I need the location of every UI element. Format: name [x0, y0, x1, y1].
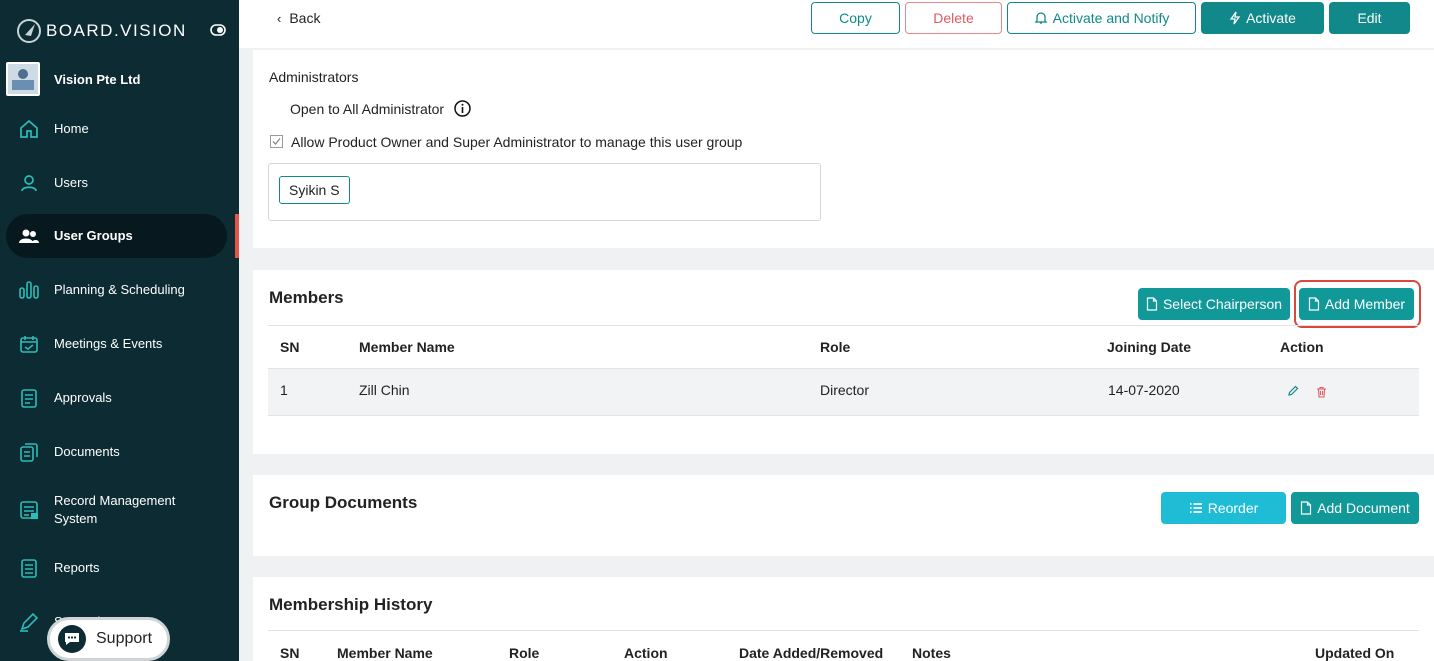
chat-icon [58, 625, 86, 653]
reorder-button[interactable]: Reorder [1161, 492, 1286, 524]
group-documents-title: Group Documents [269, 493, 418, 512]
members-col-joining-date: Joining Date [1107, 339, 1192, 355]
members-col-action: Action [1280, 339, 1324, 355]
sidebar-item-label: Home [54, 121, 89, 136]
open-to-all-label: Open to All Administrator [290, 101, 445, 117]
reports-icon [18, 557, 40, 579]
user-group-icon [18, 225, 40, 247]
allow-checkbox[interactable] [270, 135, 283, 148]
record-icon [18, 499, 40, 521]
calendar-icon [18, 333, 40, 355]
brand-name: BOARD.VISION [46, 21, 187, 40]
add-member-highlight [1294, 280, 1421, 328]
history-col-action: Action [624, 645, 668, 661]
org-avatar [6, 62, 40, 96]
administrator-chip[interactable]: Syikin S [279, 176, 350, 204]
sidebar-item-label: Record Management System [54, 493, 176, 526]
sidebar-item-label: Reports [54, 560, 100, 575]
org-switcher[interactable]: Vision Pte Ltd [6, 62, 140, 96]
sidebar-item-home[interactable]: Home [6, 107, 227, 151]
edit-icon[interactable] [1287, 385, 1299, 397]
members-col-sn: SN [280, 339, 300, 355]
support-button[interactable]: Support [47, 617, 170, 661]
member-sn: 1 [280, 382, 288, 398]
bell-icon [1034, 12, 1048, 24]
add-document-label: Add Document [1317, 500, 1410, 516]
activate-notify-button[interactable]: Activate and Notify [1007, 2, 1196, 34]
edit-button[interactable]: Edit [1329, 2, 1410, 34]
sidebar-item-users[interactable]: Users [6, 161, 227, 205]
sidebar-item-label: Documents [54, 444, 120, 459]
administrator-select-box[interactable]: Syikin S [268, 163, 821, 221]
history-header-divider [268, 630, 1419, 631]
user-icon [18, 172, 40, 194]
members-header-divider [268, 325, 1419, 326]
add-document-button[interactable]: Add Document [1291, 492, 1419, 524]
pen-icon [18, 611, 40, 633]
members-col-name: Member Name [359, 339, 455, 355]
approval-icon [18, 387, 40, 409]
member-name: Zill Chin [359, 382, 410, 398]
support-label: Support [96, 630, 153, 647]
allow-checkbox-label: Allow Product Owner and Super Administra… [291, 134, 743, 150]
select-chairperson-button[interactable]: Select Chairperson [1138, 288, 1290, 320]
history-col-date: Date Added/Removed [739, 645, 884, 661]
member-joining-date: 14-07-2020 [1108, 382, 1180, 398]
info-icon[interactable] [454, 100, 471, 117]
members-title: Members [269, 288, 344, 307]
delete-button[interactable]: Delete [905, 2, 1002, 34]
documents-icon [18, 441, 40, 463]
sidebar-item-label: User Groups [54, 228, 133, 243]
history-col-name: Member Name [337, 645, 433, 661]
sidebar-item-planning[interactable]: Planning & Scheduling [6, 268, 227, 312]
history-col-sn: SN [280, 645, 300, 661]
active-indicator [235, 214, 239, 258]
member-role: Director [820, 382, 870, 398]
reorder-label: Reorder [1207, 500, 1259, 516]
sidebar-item-meetings[interactable]: Meetings & Events [6, 322, 227, 366]
file-icon [1301, 501, 1312, 515]
chevron-left-icon: ‹ [277, 10, 282, 26]
sidebar-item-record-management[interactable]: Record Management System [6, 488, 227, 532]
membership-history-title: Membership History [269, 595, 433, 614]
bar-chart-icon [18, 279, 40, 301]
history-col-updated-on: Updated On [1315, 645, 1395, 661]
back-label: Back [289, 10, 321, 26]
home-icon [18, 118, 40, 140]
trash-icon[interactable] [1316, 386, 1327, 398]
select-chairperson-label: Select Chairperson [1162, 296, 1283, 312]
sidebar-item-label: Planning & Scheduling [54, 282, 185, 297]
activate-button[interactable]: Activate [1201, 2, 1324, 34]
history-col-role: Role [509, 645, 540, 661]
sidebar: BOARD.VISION Vision Pte Ltd Home Users U [0, 0, 239, 661]
org-name: Vision Pte Ltd [54, 71, 141, 87]
lightning-icon [1229, 11, 1241, 25]
sidebar-item-label: Users [54, 175, 88, 190]
list-icon [1189, 503, 1202, 513]
sidebar-item-reports[interactable]: Reports [6, 546, 227, 590]
copy-button[interactable]: Copy [811, 2, 900, 34]
sidebar-item-user-groups[interactable]: User Groups [6, 214, 227, 258]
sidebar-item-label: Meetings & Events [54, 336, 163, 351]
sidebar-item-label: Approvals [54, 390, 112, 405]
members-col-role: Role [820, 339, 851, 355]
file-icon [1146, 297, 1158, 311]
back-link[interactable]: ‹ Back [277, 10, 320, 26]
history-col-notes: Notes [912, 645, 951, 661]
brand-logo[interactable]: BOARD.VISION [16, 18, 187, 44]
logo-icon [17, 19, 41, 43]
activate-label: Activate [1246, 10, 1296, 26]
administrators-heading: Administrators [269, 69, 359, 85]
sidebar-toggle-icon[interactable] [210, 24, 226, 36]
activate-notify-label: Activate and Notify [1052, 10, 1170, 26]
sidebar-item-approvals[interactable]: Approvals [6, 376, 227, 420]
sidebar-item-documents[interactable]: Documents [6, 430, 227, 474]
